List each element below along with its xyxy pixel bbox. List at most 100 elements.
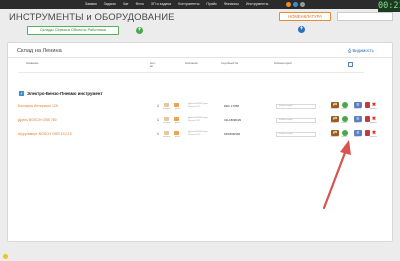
tool-serial: 649/668/306 [224,132,241,136]
columns-toggle-icon[interactable] [348,62,353,67]
nav-item-tasks[interactable]: Задачи [104,1,116,7]
edit-caption: редакт. [341,136,348,139]
remove-caption: списать [354,108,361,111]
col-header-comment: Комментарий [274,61,292,65]
remove-caption: списать [354,136,361,139]
tool-company: Дрель BOSCH Групп Россия ООО [188,131,208,136]
remove-button[interactable]: ≡ [354,130,362,136]
plus-icon: + [137,27,142,33]
add-tool-button[interactable]: + [298,26,305,33]
nav-item-finance[interactable]: Финансы [224,1,239,7]
panel-title: Склад на Ленина [17,48,62,54]
list-icon: ≡ [356,102,360,108]
session-timer: 00:21 [378,0,400,12]
tool-company: Дрель BOSCH Групп Россия ООО [188,117,208,122]
delete-caption: удалить [369,108,378,111]
tool-qty: 1 [157,118,159,122]
top-navbar: Заявки Задачи Чат Фото ЗП и задачи Контр… [0,0,400,9]
col-header-name: Название [26,61,39,65]
col-header-serial: Серийный № [221,61,239,65]
list-icon: ≡ [356,130,360,136]
group-title: Электро-Бензо-Пневмо инструмент [27,91,103,96]
tool-serial: DEC 17958 [224,104,239,108]
move-icon: ⇄ [332,102,338,108]
help-widget-icon[interactable] [3,254,8,259]
more-icon[interactable]: ··· [319,104,322,108]
group-expand-button[interactable]: + [19,91,24,96]
top-nav-menu: Заявки Задачи Чат Фото ЗП и задачи Контр… [85,1,268,7]
edit-button[interactable] [342,116,348,122]
col-header-company: Компания [185,61,198,65]
history-caption: история [163,122,171,125]
history-caption: история [163,136,171,139]
move-icon: ⇄ [332,116,338,122]
nomenclature-button[interactable]: НОМЕНКЛАТУРА [279,12,331,21]
settings-icon[interactable] [300,1,305,7]
close-icon: ✖ [371,116,377,122]
tool-qty: 1 [157,104,159,108]
notification-icon[interactable] [286,1,291,7]
comment-input[interactable]: Комментарий... [276,117,316,123]
tool-qty: 1 [157,132,159,136]
more-icon[interactable]: ··· [319,118,322,122]
nav-item-contractors[interactable]: Контрагенты [178,1,199,7]
user-icon[interactable] [293,1,298,7]
nav-item-photo[interactable]: Фото [136,1,144,7]
delete-caption: удалить [369,122,378,125]
photo-caption: фото [175,108,180,111]
table-row: Болгарка Интерскол 125 1 история фото Др… [18,101,378,113]
col-header-qty: Кол-во [150,61,156,69]
photo-icon[interactable] [174,102,179,107]
move-icon: ⇄ [332,130,338,136]
tool-name-link[interactable]: Шуруповерт BOSCH GSR 12V-15 [18,132,72,136]
list-icon: ≡ [356,116,360,122]
more-icon[interactable]: ··· [319,132,322,136]
history-icon[interactable] [164,116,169,121]
close-icon: ✖ [371,102,377,108]
nav-item-price[interactable]: Прайс [206,1,216,7]
visibility-link-label: Видимость [352,48,374,53]
nav-item-salary[interactable]: ЗП и задачи [151,1,171,7]
page-title: ИНСТРУМЕНТЫ и ОБОРУДОВАНИЕ [9,12,175,23]
nav-item-requests[interactable]: Заявки [85,1,97,7]
divider [8,57,394,58]
edit-caption: редакт. [341,108,348,111]
search-input[interactable] [337,12,393,21]
edit-button[interactable] [342,102,348,108]
locations-filter-button[interactable]: Склады Сервиса Объекты Работники [27,26,119,35]
comment-input[interactable]: Комментарий... [276,131,316,137]
history-icon[interactable] [164,130,169,135]
history-icon[interactable] [164,102,169,107]
photo-icon[interactable] [174,130,179,135]
remove-caption: списать [354,122,361,125]
visibility-link[interactable]: ⎙ Видимость [348,48,374,53]
table-row: Дрель BOSCH GSB 780 1 история фото Дрель… [18,115,378,127]
photo-icon[interactable] [174,116,179,121]
move-button[interactable]: ⇄ [331,102,339,108]
delete-button[interactable]: ✖ [370,102,378,108]
plus-icon: + [299,26,304,32]
edit-button[interactable] [342,130,348,136]
delete-button[interactable]: ✖ [370,130,378,136]
remove-button[interactable]: ≡ [354,102,362,108]
history-caption: история [163,108,171,111]
tool-name-link[interactable]: Дрель BOSCH GSB 780 [18,118,57,122]
tool-serial: CE-18096/29 [224,118,242,122]
add-location-button[interactable]: + [136,27,143,34]
tool-company: Дрель BOSCH Групп Россия ООО [188,103,208,108]
photo-caption: фото [175,122,180,125]
header-divider [18,72,364,73]
table-row: Шуруповерт BOSCH GSR 12V-15 1 история фо… [18,129,378,141]
remove-button[interactable]: ≡ [354,116,362,122]
edit-caption: редакт. [341,122,348,125]
nav-item-chat[interactable]: Чат [123,1,129,7]
nav-item-tools[interactable]: Инструменты [246,1,268,7]
tool-name-link[interactable]: Болгарка Интерскол 125 [18,104,58,108]
comment-input[interactable]: Комментарий... [276,103,316,109]
move-button[interactable]: ⇄ [331,130,339,136]
close-icon: ✖ [371,130,377,136]
photo-caption: фото [175,136,180,139]
delete-button[interactable]: ✖ [370,116,378,122]
move-button[interactable]: ⇄ [331,116,339,122]
top-status-icons [286,1,305,7]
